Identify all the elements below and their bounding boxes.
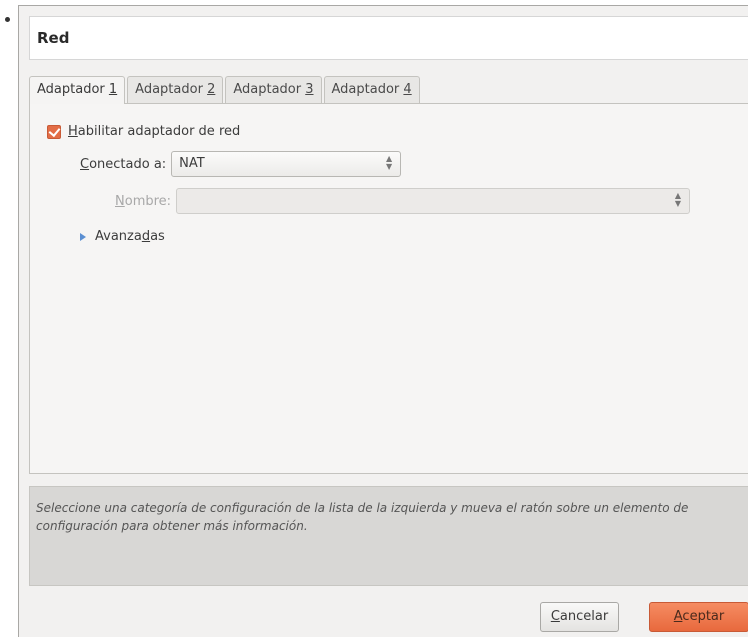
enable-adapter-label: Habilitar adaptador de red bbox=[68, 124, 241, 139]
info-text: Seleccione una categoría de configuració… bbox=[36, 501, 689, 533]
enable-adapter-row[interactable]: Habilitar adaptador de red bbox=[47, 124, 240, 139]
ok-button[interactable]: Aceptar bbox=[649, 602, 748, 632]
adapter-panel: Habilitar adaptador de red Conectado a: … bbox=[29, 103, 748, 474]
expander-arrow-icon bbox=[80, 232, 86, 241]
select-arrows-icon: ▲ ▼ bbox=[674, 191, 682, 208]
enable-adapter-checkbox[interactable] bbox=[47, 124, 61, 139]
advanced-expander[interactable]: Avanzadas bbox=[80, 229, 165, 244]
connected-to-label: Conectado a: bbox=[80, 156, 167, 172]
list-bullet bbox=[5, 17, 10, 22]
tab-adapter-2[interactable]: Adaptador 2 bbox=[127, 76, 224, 103]
tab-adapter-3[interactable]: Adaptador 3 bbox=[225, 76, 322, 103]
advanced-label: Avanzadas bbox=[95, 229, 165, 244]
name-row: Nombre: ▲ ▼ bbox=[115, 188, 691, 214]
name-label: Nombre: bbox=[115, 193, 172, 209]
cancel-button[interactable]: Cancelar bbox=[540, 602, 619, 632]
tab-adapter-1[interactable]: Adaptador 1 bbox=[29, 76, 126, 104]
tab-adapter-4[interactable]: Adaptador 4 bbox=[323, 76, 420, 103]
info-box: Seleccione una categoría de configuració… bbox=[29, 486, 748, 586]
name-select[interactable]: ▲ ▼ bbox=[176, 188, 691, 214]
adapter-tabs: Adaptador 1 Adaptador 2 Adaptador 3 Adap… bbox=[29, 76, 422, 104]
page-title: Red bbox=[37, 29, 70, 47]
select-arrows-icon: ▲ ▼ bbox=[386, 154, 393, 171]
connected-to-row: Conectado a: NAT ▲ ▼ bbox=[80, 151, 402, 177]
network-settings-dialog: Red Adaptador 1 Adaptador 2 Adaptador 3 … bbox=[18, 5, 748, 637]
connected-to-select[interactable]: NAT ▲ ▼ bbox=[171, 151, 402, 177]
section-header: Red bbox=[29, 16, 748, 60]
